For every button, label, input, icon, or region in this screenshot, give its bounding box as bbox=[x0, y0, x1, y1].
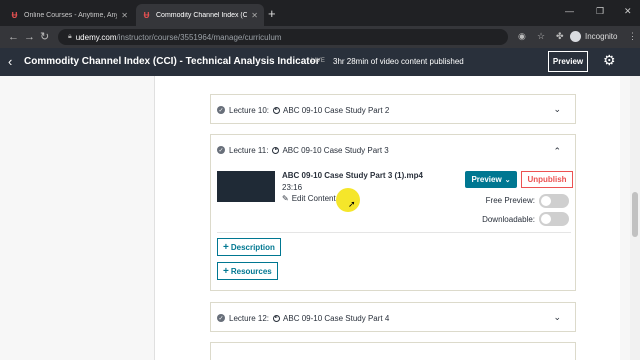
lecture-number: Lecture 11: bbox=[229, 145, 269, 155]
free-preview-label: Free Preview: bbox=[485, 196, 535, 205]
gear-icon[interactable]: ⚙ bbox=[603, 52, 616, 69]
url-input[interactable]: 🔒︎ udemy.com /instructor/course/3551964/… bbox=[58, 29, 508, 45]
incognito-avatar-icon bbox=[570, 31, 581, 42]
udemy-favicon-icon: Ʉ bbox=[143, 10, 150, 20]
play-circle-icon bbox=[273, 314, 281, 322]
chevron-down-icon[interactable]: ⌄ bbox=[553, 312, 561, 323]
incognito-profile[interactable]: Incognito bbox=[570, 31, 617, 42]
edit-content-link[interactable]: ✎ Edit Content bbox=[282, 194, 336, 203]
chevron-up-icon[interactable]: ⌃ bbox=[553, 146, 561, 157]
lecture-preview-button[interactable]: Preview ⌄ bbox=[465, 171, 517, 188]
mouse-cursor-icon: ➚ bbox=[348, 199, 356, 209]
tab-title: Online Courses - Anytime, Anywhere bbox=[24, 11, 117, 19]
free-preview-toggle[interactable] bbox=[539, 194, 569, 208]
chevron-down-icon[interactable]: ⌄ bbox=[553, 104, 561, 115]
plus-icon: + bbox=[223, 241, 229, 253]
lecture-header: ✓ Lecture 12: ABC 09-10 Case Study Part … bbox=[217, 303, 389, 333]
url-path: /instructor/course/3551964/manage/curric… bbox=[116, 32, 282, 42]
minimize-icon[interactable]: — bbox=[565, 6, 574, 16]
page-scrollbar[interactable] bbox=[630, 76, 640, 360]
lecture-header[interactable]: ✓ Lecture 11: ABC 09-10 Case Study Part … bbox=[217, 135, 389, 165]
course-title: Commodity Channel Index (CCI) - Technica… bbox=[24, 56, 320, 67]
new-tab-plus-icon[interactable]: + bbox=[268, 7, 276, 20]
browser-tab-online-courses[interactable]: Ʉ Online Courses - Anytime, Anywhere ✕ bbox=[4, 4, 134, 26]
resources-label: Resources bbox=[230, 266, 272, 276]
profile-label: Incognito bbox=[585, 32, 618, 41]
check-circle-icon: ✓ bbox=[217, 106, 225, 114]
course-header: ‹ Commodity Channel Index (CCI) - Techni… bbox=[0, 48, 640, 76]
chevron-down-icon: ⌄ bbox=[504, 176, 511, 184]
add-resources-button[interactable]: + Resources bbox=[217, 262, 278, 280]
toggle-knob bbox=[541, 196, 551, 206]
preview-label: Preview bbox=[471, 175, 502, 184]
pencil-icon: ✎ bbox=[282, 194, 289, 203]
window-close-icon[interactable]: ✕ bbox=[624, 6, 632, 17]
bookmark-star-icon[interactable]: ☆ bbox=[537, 31, 545, 42]
play-circle-icon bbox=[272, 146, 280, 154]
plus-icon: + bbox=[223, 265, 229, 277]
browser-address-bar: ← → ↻ 🔒︎ udemy.com /instructor/course/35… bbox=[0, 26, 640, 48]
play-circle-icon bbox=[273, 106, 281, 114]
check-circle-icon: ✓ bbox=[217, 146, 225, 154]
lecture-title: ABC 09-10 Case Study Part 4 bbox=[283, 313, 390, 323]
reload-icon[interactable]: ↻ bbox=[40, 30, 49, 44]
check-circle-icon: ✓ bbox=[217, 314, 225, 322]
incognito-eye-icon[interactable]: ◉ bbox=[518, 31, 526, 42]
header-preview-button[interactable]: Preview bbox=[548, 51, 588, 72]
forward-arrow-icon[interactable]: → bbox=[24, 30, 35, 44]
lecture-item-13-partial[interactable] bbox=[210, 342, 576, 360]
downloadable-toggle[interactable] bbox=[539, 212, 569, 226]
restore-icon[interactable]: ❐ bbox=[596, 6, 604, 17]
url-host: udemy.com bbox=[75, 32, 117, 42]
tab-title: Commodity Channel Index (CCI) - Te bbox=[156, 11, 248, 19]
lecture-number: Lecture 10: bbox=[229, 105, 270, 115]
lecture-item-10[interactable]: ✓ Lecture 10: ABC 09-10 Case Study Part … bbox=[210, 94, 576, 124]
lecture-item-12[interactable]: ✓ Lecture 12: ABC 09-10 Case Study Part … bbox=[210, 302, 576, 332]
browser-tab-cci-course[interactable]: Ʉ Commodity Channel Index (CCI) - Te ✕ bbox=[136, 4, 264, 26]
lecture-item-11: ✓ Lecture 11: ABC 09-10 Case Study Part … bbox=[210, 134, 576, 291]
back-arrow-icon[interactable]: ← bbox=[8, 30, 19, 44]
browser-menu-icon[interactable]: ⋮ bbox=[628, 31, 637, 42]
lecture-title: ABC 09-10 Case Study Part 3 bbox=[282, 145, 389, 155]
scrollbar-thumb[interactable] bbox=[632, 192, 638, 237]
video-thumbnail bbox=[217, 171, 275, 202]
video-status: 3hr 28min of video content published bbox=[333, 57, 464, 66]
downloadable-label: Downloadable: bbox=[482, 215, 535, 224]
lecture-number: Lecture 12: bbox=[229, 313, 270, 323]
add-description-button[interactable]: + Description bbox=[217, 238, 281, 256]
description-label: Description bbox=[230, 242, 275, 252]
section-divider bbox=[217, 232, 571, 233]
back-chevron-icon[interactable]: ‹ bbox=[8, 54, 12, 69]
unpublish-button[interactable]: Unpublish bbox=[521, 171, 573, 188]
lecture-title: ABC 09-10 Case Study Part 2 bbox=[283, 105, 390, 115]
video-file-name: ABC 09-10 Case Study Part 3 (1).mp4 bbox=[282, 171, 423, 180]
browser-tab-strip: Ʉ Online Courses - Anytime, Anywhere ✕ Ʉ… bbox=[0, 0, 640, 26]
live-badge: LIVE bbox=[311, 58, 326, 64]
toggle-knob bbox=[541, 214, 551, 224]
video-duration: 23:16 bbox=[282, 183, 303, 192]
close-tab-icon[interactable]: ✕ bbox=[121, 11, 128, 20]
edit-content-label: Edit Content bbox=[291, 194, 336, 203]
close-tab-icon[interactable]: ✕ bbox=[251, 11, 258, 20]
extensions-puzzle-icon[interactable]: ✤ bbox=[556, 31, 564, 42]
lecture-header: ✓ Lecture 10: ABC 09-10 Case Study Part … bbox=[217, 95, 389, 125]
udemy-favicon-icon: Ʉ bbox=[11, 10, 18, 20]
lock-icon: 🔒︎ bbox=[68, 33, 72, 40]
